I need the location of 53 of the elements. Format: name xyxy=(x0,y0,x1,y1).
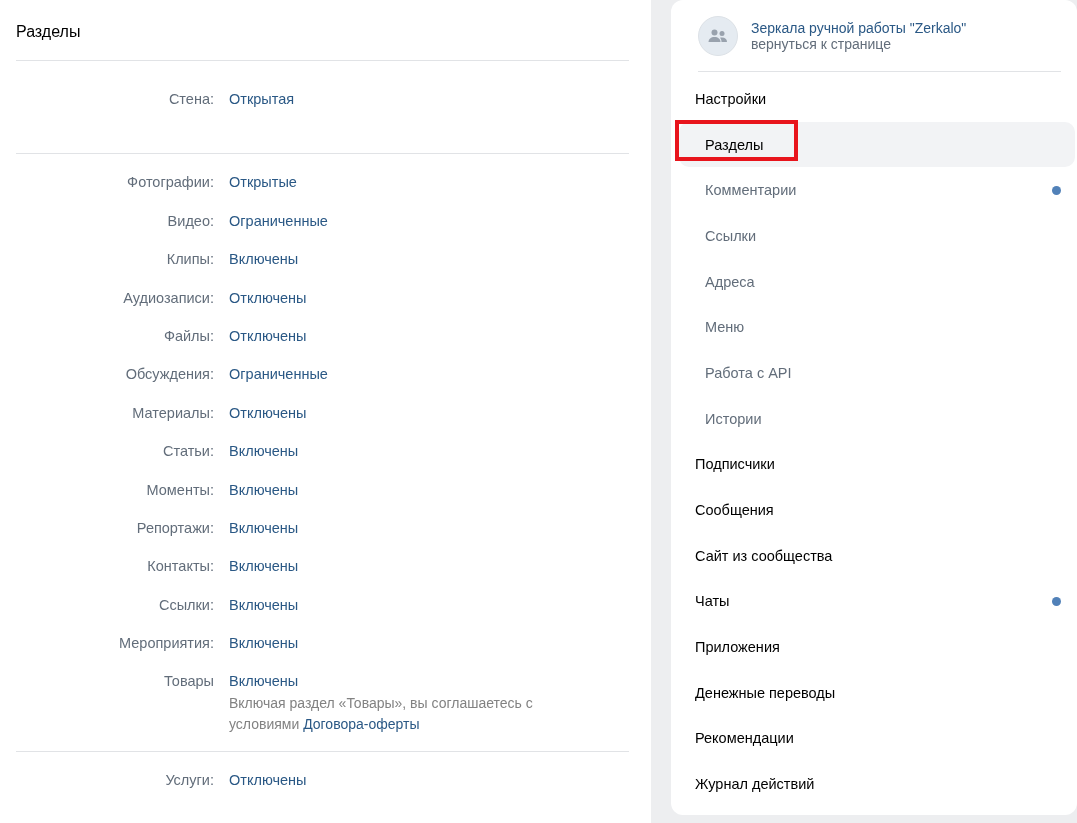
setting-label: Клипы: xyxy=(165,250,214,268)
setting-value-link[interactable]: Включены xyxy=(229,594,299,613)
menu-item[interactable]: Адреса xyxy=(679,258,1075,305)
setting-value-link[interactable]: Отключены xyxy=(229,770,307,789)
setting-value-link[interactable]: Включены xyxy=(229,517,299,536)
menu-item[interactable]: Чаты xyxy=(679,578,1075,625)
menu-item[interactable]: Настройки xyxy=(679,76,1075,122)
setting-label: Ссылки: xyxy=(157,595,214,613)
menu-item[interactable]: Сайт из сообщества xyxy=(679,532,1075,579)
setting-label: Моменты: xyxy=(145,480,214,498)
setting-value-link[interactable]: Включены xyxy=(229,479,299,498)
setting-label: Материалы: xyxy=(131,403,214,421)
menu-item[interactable]: Приложения xyxy=(679,624,1075,670)
menu-item[interactable]: Сообщения xyxy=(679,487,1075,533)
back-to-page-link[interactable]: вернуться к странице xyxy=(751,36,967,52)
menu-item[interactable]: Денежные переводы xyxy=(679,669,1075,716)
setting-note: Включая раздел «Товары», вы соглашаетесь с условиями Договора-оферты xyxy=(229,694,534,735)
menu-item[interactable]: Журнал действий xyxy=(679,761,1075,807)
setting-value-link[interactable]: Отключены xyxy=(229,402,307,421)
setting-value-link[interactable]: Включены xyxy=(229,556,299,575)
menu-item[interactable]: Рекомендации xyxy=(679,715,1075,762)
menu-item[interactable]: Ссылки xyxy=(679,213,1075,259)
setting-label: Статьи: xyxy=(161,442,214,460)
setting-value-link[interactable]: Отключены xyxy=(229,325,307,344)
menu-item[interactable]: Истории xyxy=(679,395,1075,442)
setting-value-link[interactable]: Открытая xyxy=(229,89,295,107)
menu-item[interactable]: Комментарии xyxy=(679,167,1075,214)
setting-value-link[interactable]: Ограниченные xyxy=(229,210,328,229)
community-name-link[interactable]: Зеркала ручной работы "Zerkalo" xyxy=(751,20,967,36)
menu-item[interactable]: Работа с API xyxy=(679,350,1075,396)
setting-label: Аудиозаписи: xyxy=(122,288,214,306)
setting-label: Видео: xyxy=(166,211,214,229)
setting-value-link[interactable]: Включены xyxy=(229,441,299,460)
setting-value-link[interactable]: Включены xyxy=(229,249,299,268)
setting-label: Контакты: xyxy=(146,557,214,575)
setting-label: Обсуждения: xyxy=(124,365,214,383)
setting-label: Файлы: xyxy=(162,326,214,344)
offer-link[interactable]: Договора-оферты xyxy=(303,716,420,733)
setting-label: Товары xyxy=(163,672,214,690)
setting-label: Стена: xyxy=(167,90,214,107)
section-title: Разделы xyxy=(16,22,82,42)
setting-value-link[interactable]: Включены xyxy=(229,633,299,652)
menu-item[interactable]: Меню xyxy=(679,304,1075,351)
setting-label: Фотографии: xyxy=(126,173,214,191)
setting-label: Услуги: xyxy=(164,771,214,789)
setting-value-link[interactable]: Ограниченные xyxy=(229,364,328,383)
setting-value-link[interactable]: Отключены xyxy=(229,287,307,306)
setting-value-link[interactable]: Открытые xyxy=(229,172,297,191)
menu-item[interactable]: Подписчики xyxy=(679,441,1075,488)
setting-label: Мероприятия: xyxy=(118,634,214,652)
community-avatar-icon[interactable] xyxy=(698,16,738,56)
setting-label: Репортажи: xyxy=(135,518,214,536)
setting-value-link[interactable]: Включены xyxy=(229,671,299,690)
